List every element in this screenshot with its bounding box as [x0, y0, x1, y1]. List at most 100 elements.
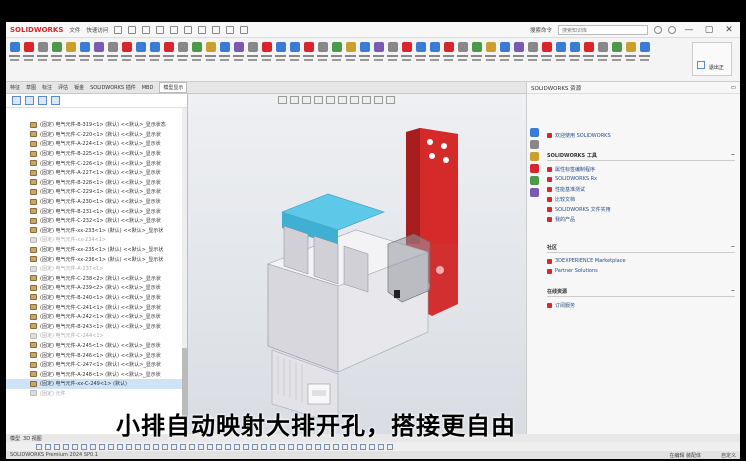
open-icon[interactable]	[142, 25, 151, 34]
tools-header[interactable]: SOLIDWORKS 工具 −	[547, 152, 735, 161]
community-link[interactable]: 3DEXPERIENCE Marketplace	[547, 256, 735, 266]
toolbar-icon[interactable]	[252, 443, 258, 450]
maximize-button[interactable]: ▢	[702, 25, 716, 35]
tree-row[interactable]: (固定) 电气元件-A-239<2> (默认) <<默认>_显示状	[6, 283, 187, 293]
toolbar-icon[interactable]	[342, 443, 348, 450]
new-document-icon[interactable]	[128, 25, 137, 34]
toolbar-icon[interactable]	[306, 443, 312, 450]
tree-row[interactable]: (固定) 电气元件-xx-233<1> (默认) <<默认>_显示状	[6, 226, 187, 236]
command-tab[interactable]: 钣金	[74, 84, 84, 91]
appearances-icon[interactable]	[530, 176, 539, 185]
print-icon[interactable]	[170, 25, 179, 34]
ribbon-command-button[interactable]	[36, 40, 49, 78]
toolbar-icon[interactable]	[54, 443, 60, 450]
display-manager-icon[interactable]	[51, 96, 60, 105]
community-link[interactable]: Partner Solutions	[547, 266, 735, 276]
ribbon-command-button[interactable]	[512, 40, 525, 78]
rebuild-icon[interactable]	[226, 25, 235, 34]
ribbon-command-button[interactable]	[414, 40, 427, 78]
tree-row[interactable]: (固定) 电气元件-A-227<1> (默认) <<默认>_显示状	[6, 168, 187, 178]
bottom-tab[interactable]: 模型	[10, 435, 20, 442]
command-tab[interactable]: 特征	[10, 84, 20, 91]
ribbon-command-button[interactable]	[64, 40, 77, 78]
tree-row[interactable]: (固定) 电气元件-A-224<1> (默认) <<默认>_显示状	[6, 139, 187, 149]
menu-file[interactable]: 文件	[69, 26, 80, 34]
view-palette-icon[interactable]	[530, 164, 539, 173]
toolbar-icon[interactable]	[117, 443, 123, 450]
tree-row[interactable]: (固定) 电气元件-C-238<2> (默认) <<默认>_显示状	[6, 274, 187, 284]
home-icon[interactable]	[114, 25, 123, 34]
tree-row[interactable]: (固定) 电气元件-B-225<1> (默认) <<默认>_显示状	[6, 149, 187, 159]
tree-row[interactable]: (固定) 元件	[6, 389, 187, 399]
ribbon-command-button[interactable]	[428, 40, 441, 78]
ribbon-command-button[interactable]	[22, 40, 35, 78]
toolbar-icon[interactable]	[153, 443, 159, 450]
online-header[interactable]: 在线资源 −	[547, 288, 735, 297]
ribbon-command-button[interactable]	[246, 40, 259, 78]
tree-row[interactable]: (固定) 电气元件-B-228<1> (默认) <<默认>_显示状	[6, 178, 187, 188]
toolbar-icon[interactable]	[234, 443, 240, 450]
ribbon-command-button[interactable]	[554, 40, 567, 78]
user-icon[interactable]	[668, 25, 676, 34]
status-custom[interactable]: 自定义	[721, 452, 736, 459]
command-tab[interactable]: 标注	[42, 84, 52, 91]
ribbon-command-button[interactable]	[526, 40, 539, 78]
tree-row[interactable]: (固定) 电气元件-A-248<1> (默认) <<默认>_显示状	[6, 369, 187, 379]
ribbon-command-button[interactable]	[456, 40, 469, 78]
tree-row[interactable]: (固定) 电气元件-B-231<1> (默认) <<默认>_显示状	[6, 206, 187, 216]
configuration-icon[interactable]	[38, 96, 47, 105]
ribbon-command-button[interactable]	[610, 40, 623, 78]
command-tab[interactable]: 草图	[26, 84, 36, 91]
ribbon-command-button[interactable]	[470, 40, 483, 78]
community-header[interactable]: 社区 −	[547, 244, 735, 253]
file-explorer-icon[interactable]	[530, 152, 539, 161]
ribbon-command-button[interactable]	[190, 40, 203, 78]
ribbon-command-button[interactable]	[484, 40, 497, 78]
tool-link[interactable]: 比较文档	[547, 194, 735, 204]
ribbon-command-button[interactable]	[624, 40, 637, 78]
design-library-icon[interactable]	[530, 140, 539, 149]
ribbon-command-button[interactable]	[302, 40, 315, 78]
exit-edit-label[interactable]: 退出正	[709, 65, 724, 71]
tool-link[interactable]: 性能基准测试	[547, 184, 735, 194]
toolbar-icon[interactable]	[189, 443, 195, 450]
ribbon-command-button[interactable]	[92, 40, 105, 78]
toolbar-icon[interactable]	[135, 443, 141, 450]
save-icon[interactable]	[156, 25, 165, 34]
ribbon-command-button[interactable]	[148, 40, 161, 78]
minimize-button[interactable]: —	[682, 25, 696, 35]
tree-row[interactable]: (固定) 电气元件-B-246<1> (默认) <<默认>_显示状	[6, 350, 187, 360]
redo-icon[interactable]	[198, 25, 207, 34]
toolbar-icon[interactable]	[36, 443, 42, 450]
toolbar-icon[interactable]	[126, 443, 132, 450]
toolbar-icon[interactable]	[288, 443, 294, 450]
help-icon[interactable]	[654, 25, 662, 34]
property-manager-icon[interactable]	[25, 96, 34, 105]
toolbar-icon[interactable]	[279, 443, 285, 450]
ribbon-command-button[interactable]	[638, 40, 651, 78]
bottom-tab[interactable]: 3D 视图	[23, 435, 42, 442]
ribbon-command-button[interactable]	[8, 40, 21, 78]
toolbar-icon[interactable]	[72, 443, 78, 450]
tree-row[interactable]: (固定) 电气元件-xx-236<1> (默认) <<默认>_显示状	[6, 254, 187, 264]
toolbar-icon[interactable]	[144, 443, 150, 450]
ribbon-command-button[interactable]	[260, 40, 273, 78]
tool-link[interactable]: SOLIDWORKS Rx	[547, 174, 735, 184]
tree-row[interactable]: (固定) 电气元件-A-245<1> (默认) <<默认>_显示状	[6, 341, 187, 351]
tree-row[interactable]: (固定) 电气元件-C-241<1> (默认) <<默认>_显示状	[6, 302, 187, 312]
ribbon-command-button[interactable]	[162, 40, 175, 78]
ribbon-command-button[interactable]	[540, 40, 553, 78]
tree-row[interactable]: (固定) 电气元件-C-226<1> (默认) <<默认>_显示状	[6, 158, 187, 168]
ribbon-command-button[interactable]	[316, 40, 329, 78]
tree-row[interactable]: (固定) 电气元件-A-230<1> (默认) <<默认>_显示状	[6, 197, 187, 207]
toolbar-icon[interactable]	[90, 443, 96, 450]
ribbon-command-button[interactable]	[596, 40, 609, 78]
toolbar-icon[interactable]	[324, 443, 330, 450]
toolbar-icon[interactable]	[45, 443, 51, 450]
ribbon-command-button[interactable]	[120, 40, 133, 78]
ribbon-command-button[interactable]	[568, 40, 581, 78]
tree-row[interactable]: (固定) 电气元件-C-244<1>	[6, 331, 187, 341]
close-button[interactable]: ✕	[722, 25, 736, 35]
tree-row[interactable]: (固定) 电气元件-xx-235<1> (默认) <<默认>_显示状	[6, 245, 187, 255]
feature-manager-tree[interactable]: (固定) 电气元件-B-319<1> (默认) <<默认>_显示状态 (固定) 电…	[6, 94, 188, 434]
